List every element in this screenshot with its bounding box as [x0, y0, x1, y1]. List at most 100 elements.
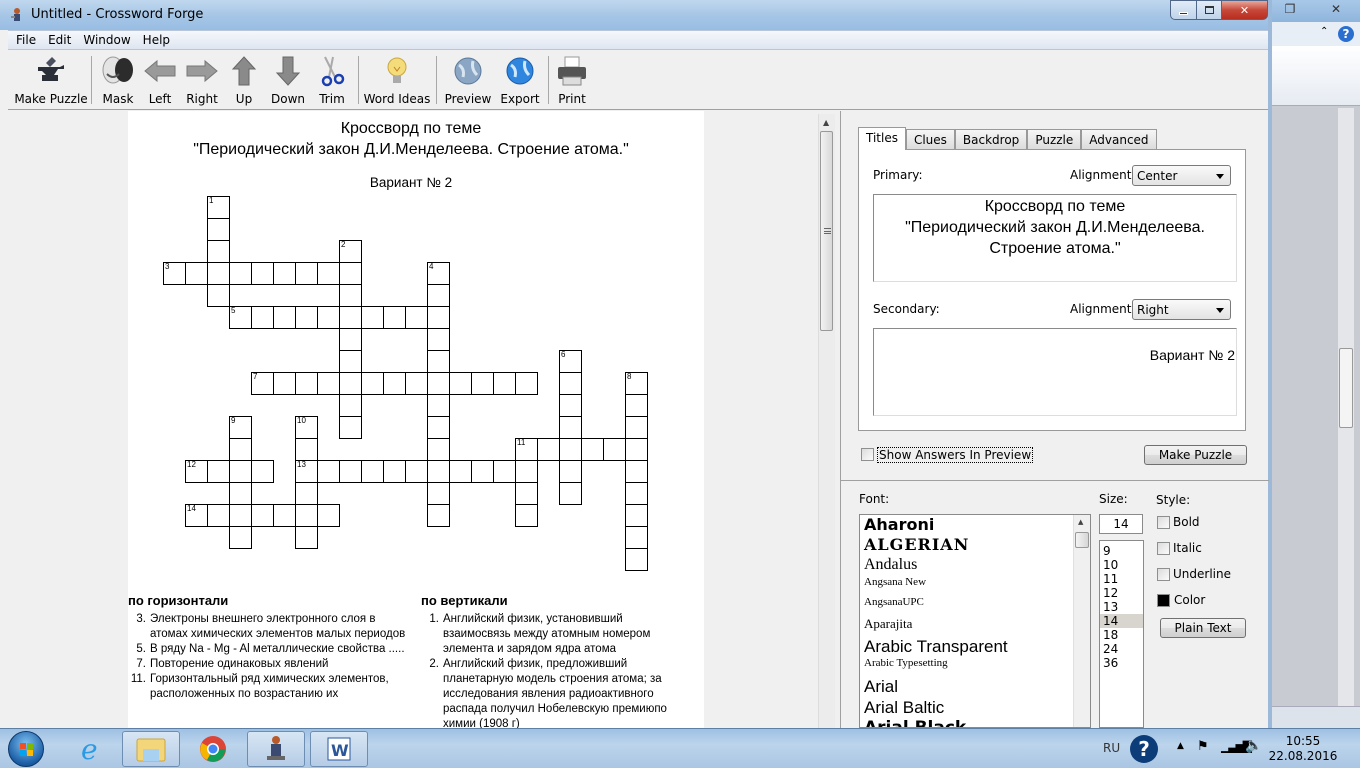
- grid-cell: [625, 526, 648, 549]
- size-option[interactable]: 9: [1100, 544, 1143, 558]
- show-hidden-icons-icon[interactable]: ▲: [1177, 741, 1184, 751]
- grid-cell: [207, 262, 230, 285]
- bold-checkbox[interactable]: [1157, 516, 1170, 529]
- font-option[interactable]: Andalus: [860, 556, 1090, 576]
- left-button[interactable]: Left: [142, 55, 178, 107]
- help-icon[interactable]: ?: [1130, 735, 1158, 763]
- tab-puzzle[interactable]: Puzzle: [1027, 129, 1082, 149]
- menu-window[interactable]: Window: [75, 31, 134, 47]
- font-items: Aharoni ALGERIAN Andalus Angsana New Angsana…: [860, 515, 1090, 727]
- scroll-up-icon[interactable]: ▲: [823, 118, 829, 127]
- maximize-button[interactable]: [1196, 0, 1222, 20]
- menu-help[interactable]: Help: [135, 31, 174, 47]
- word-ideas-button[interactable]: Word Ideas: [364, 55, 430, 107]
- make-puzzle-panel-button[interactable]: Make Puzzle: [1144, 445, 1247, 465]
- grid-cell: [471, 372, 494, 395]
- grid-cell: [295, 372, 318, 395]
- menu-edit[interactable]: Edit: [40, 31, 75, 47]
- action-center-flag-icon[interactable]: ⚑: [1197, 739, 1209, 754]
- volume-icon[interactable]: 🔈: [1245, 738, 1262, 754]
- size-input[interactable]: 14: [1099, 514, 1143, 534]
- font-option[interactable]: Arabic Typesetting: [860, 657, 1090, 677]
- menu-file[interactable]: File: [8, 31, 40, 47]
- right-button[interactable]: Right: [184, 55, 220, 107]
- grid-cell: [537, 438, 560, 461]
- underline-checkbox[interactable]: [1157, 568, 1170, 581]
- taskbar-microsoft-word[interactable]: W: [310, 731, 368, 767]
- font-option[interactable]: Arial Baltic: [860, 698, 1090, 718]
- size-option[interactable]: 18: [1100, 628, 1143, 642]
- plain-text-button[interactable]: Plain Text: [1160, 618, 1246, 638]
- close-button[interactable]: ✕: [1221, 0, 1268, 20]
- start-button[interactable]: [8, 731, 44, 767]
- size-option[interactable]: 11: [1100, 572, 1143, 586]
- up-button[interactable]: Up: [226, 55, 262, 107]
- ribbon-collapse-icon[interactable]: ⌃: [1320, 26, 1328, 37]
- size-list[interactable]: 9 10 11 12 13 14 18 24 36: [1099, 540, 1144, 728]
- size-option[interactable]: 12: [1100, 586, 1143, 600]
- mask-button[interactable]: Mask: [100, 55, 136, 107]
- system-clock[interactable]: 10:55 22.08.2016: [1263, 734, 1343, 764]
- font-option[interactable]: Aparajita: [860, 616, 1090, 636]
- clock-date: 22.08.2016: [1268, 749, 1338, 763]
- restore-icon[interactable]: ❐: [1270, 0, 1310, 18]
- font-option[interactable]: Angsana New: [860, 576, 1090, 596]
- word-scroll-thumb[interactable]: [1339, 348, 1353, 428]
- scroll-thumb[interactable]: [820, 131, 833, 331]
- tab-clues[interactable]: Clues: [905, 129, 955, 149]
- font-option[interactable]: Aharoni: [860, 515, 1090, 535]
- taskbar-windows-explorer[interactable]: [122, 731, 180, 767]
- left-label: Left: [148, 92, 172, 106]
- primary-alignment-select[interactable]: Center: [1132, 165, 1231, 186]
- tab-advanced[interactable]: Advanced: [1081, 129, 1157, 149]
- font-list[interactable]: Aharoni ALGERIAN Andalus Angsana New Angsana…: [859, 514, 1091, 728]
- font-option[interactable]: AngsanaUPC: [860, 596, 1090, 616]
- tab-backdrop[interactable]: Backdrop: [954, 129, 1028, 149]
- help-icon[interactable]: ?: [1338, 26, 1354, 42]
- size-option[interactable]: 10: [1100, 558, 1143, 572]
- minimize-button[interactable]: [1170, 0, 1197, 20]
- taskbar-google-chrome[interactable]: [190, 731, 235, 767]
- clue-number: 2: [341, 240, 346, 249]
- secondary-alignment-select[interactable]: Right: [1132, 299, 1231, 320]
- scroll-up-icon[interactable]: ▲: [1078, 518, 1083, 526]
- export-button[interactable]: Export: [498, 55, 542, 107]
- font-option[interactable]: ALGERIAN: [860, 535, 1090, 555]
- size-option[interactable]: 14: [1100, 614, 1143, 628]
- size-option[interactable]: 24: [1100, 642, 1143, 656]
- color-swatch[interactable]: [1157, 594, 1170, 607]
- grid-cell: [625, 548, 648, 571]
- show-answers-label[interactable]: Show Answers In Preview: [877, 447, 1034, 463]
- grid-cell: [427, 394, 450, 417]
- language-indicator[interactable]: RU: [1103, 741, 1120, 755]
- size-option[interactable]: 36: [1100, 656, 1143, 670]
- italic-checkbox[interactable]: [1157, 542, 1170, 555]
- show-answers-checkbox[interactable]: [861, 448, 874, 461]
- taskbar-internet-explorer[interactable]: e: [68, 731, 113, 767]
- tab-titles[interactable]: Titles: [858, 127, 906, 150]
- preview-vertical-scrollbar[interactable]: ▲: [818, 114, 835, 728]
- close-icon[interactable]: ✕: [1316, 0, 1356, 18]
- preview-button[interactable]: Preview: [444, 55, 492, 107]
- clue-number: 7: [253, 372, 258, 381]
- font-option[interactable]: Arabic Transparent: [860, 637, 1090, 657]
- primary-title-input[interactable]: Кроссворд по теме "Периодический закон Д…: [873, 194, 1237, 282]
- grid-cell: [229, 482, 252, 505]
- clue-number: 11.: [130, 673, 146, 685]
- font-label: Font:: [859, 492, 890, 506]
- down-button[interactable]: Down: [268, 55, 308, 107]
- panel-divider: [841, 480, 1269, 481]
- taskbar-crossword-forge[interactable]: [247, 731, 305, 767]
- trim-button[interactable]: Trim: [314, 55, 350, 107]
- size-option[interactable]: 13: [1100, 600, 1143, 614]
- grid-cell: [207, 504, 230, 527]
- app-icon: [11, 8, 20, 21]
- font-list-scrollbar[interactable]: ▲: [1073, 515, 1090, 727]
- word-zoom-slider[interactable]: [1270, 706, 1360, 728]
- font-scroll-thumb[interactable]: [1075, 532, 1089, 548]
- make-puzzle-button[interactable]: Make Puzzle: [14, 55, 88, 107]
- secondary-title-input[interactable]: Вариант № 2: [873, 328, 1237, 416]
- print-button[interactable]: Print: [554, 55, 590, 107]
- font-option[interactable]: Arial Black: [860, 718, 1090, 727]
- font-option[interactable]: Arial: [860, 677, 1090, 697]
